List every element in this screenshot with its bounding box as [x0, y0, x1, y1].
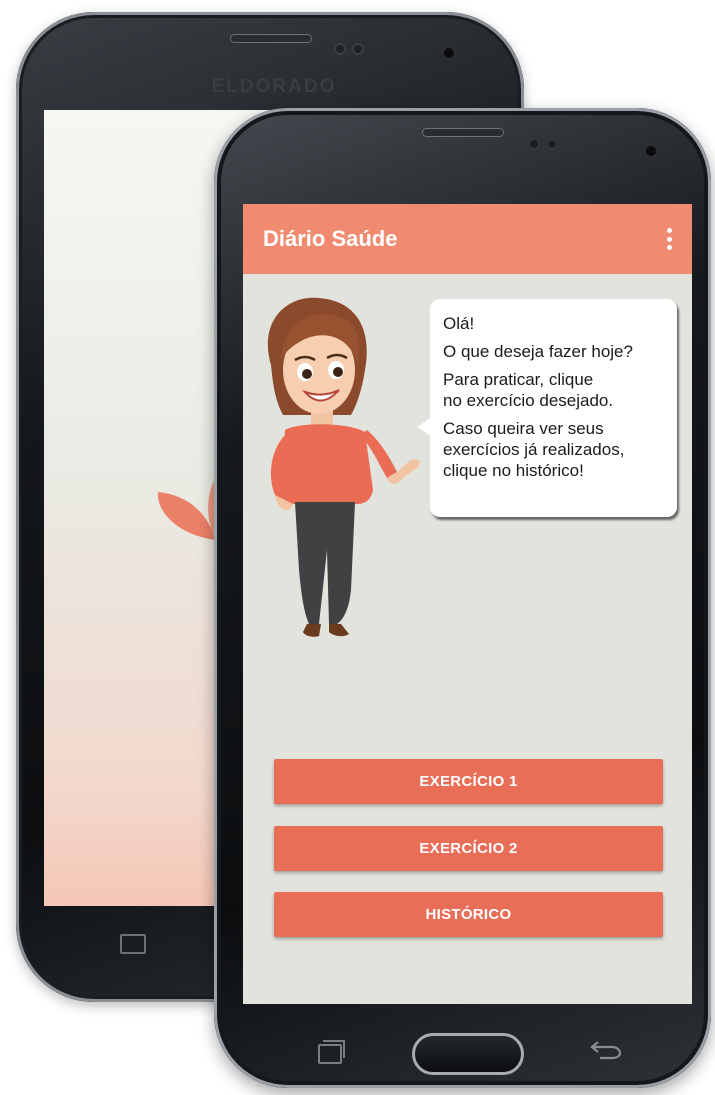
sensor-icon — [546, 138, 558, 150]
overflow-menu-icon[interactable] — [664, 228, 674, 250]
front-camera-icon — [646, 146, 656, 156]
back-arrow-icon[interactable] — [590, 1038, 622, 1060]
phone-brand-label: ELDORADO — [211, 76, 337, 97]
history-button[interactable]: HISTÓRICO — [274, 892, 663, 937]
mockup-stage: ELDORADO Diário Saúde Olá! O que deseja … — [0, 0, 715, 1095]
earpiece-speaker — [230, 34, 312, 43]
sensor-icon — [352, 43, 364, 55]
exercise-1-button[interactable]: EXERCÍCIO 1 — [274, 759, 663, 804]
front-phone: Diário Saúde Olá! O que deseja fazer hoj… — [214, 108, 711, 1088]
speech-bubble: Olá! O que deseja fazer hoje? Para prati… — [430, 299, 677, 517]
greeting-text: Olá! — [443, 314, 475, 333]
instruction-text: Para praticar, clique no exercício desej… — [443, 370, 614, 410]
exercise-2-button[interactable]: EXERCÍCIO 2 — [274, 826, 663, 871]
assistant-character-illustration — [267, 297, 420, 637]
recent-apps-icon[interactable] — [120, 934, 146, 954]
earpiece-speaker — [422, 128, 504, 137]
app-screen: Diário Saúde Olá! O que deseja fazer hoj… — [243, 204, 692, 1004]
history-hint-text: Caso queira ver seus exercícios já reali… — [443, 419, 625, 480]
sensor-icon — [528, 138, 540, 150]
sensor-icon — [334, 43, 346, 55]
app-title: Diário Saúde — [263, 226, 398, 251]
question-text: O que deseja fazer hoje? — [443, 342, 633, 361]
app-bar: Diário Saúde — [243, 204, 692, 274]
front-camera-icon — [444, 48, 454, 58]
recent-apps-icon[interactable] — [318, 1040, 345, 1064]
home-button[interactable] — [412, 1033, 524, 1075]
